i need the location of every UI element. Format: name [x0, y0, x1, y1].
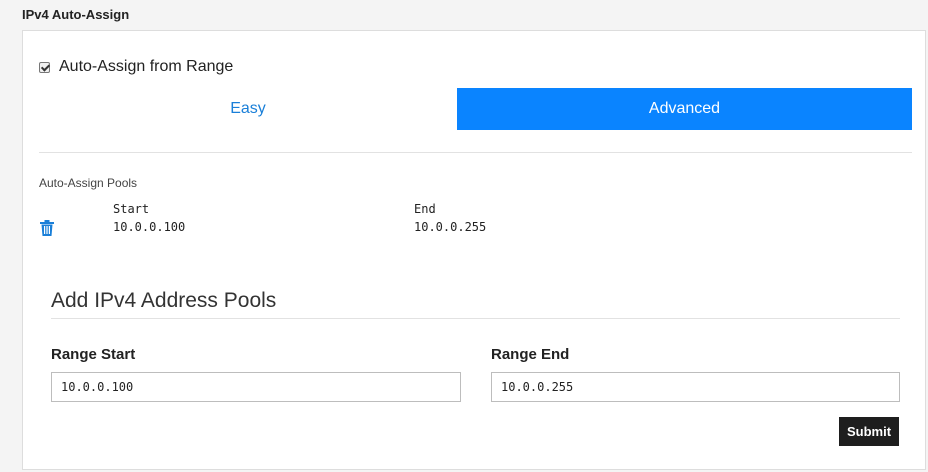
auto-assign-checkbox[interactable]	[39, 61, 50, 73]
trash-icon[interactable]	[40, 220, 54, 236]
submit-button[interactable]: Submit	[839, 417, 899, 446]
range-end-label: Range End	[491, 346, 570, 363]
pools-label: Auto-Assign Pools	[39, 176, 138, 190]
add-pools-title: Add IPv4 Address Pools	[51, 289, 277, 312]
pool-end-header: End	[414, 202, 436, 216]
auto-assign-panel: Auto-Assign from Range Easy Advanced Aut…	[22, 30, 926, 470]
pool-start-value: 10.0.0.100	[113, 220, 186, 234]
add-pools-divider	[51, 318, 900, 319]
divider	[39, 152, 912, 153]
tab-easy[interactable]: Easy	[39, 88, 457, 130]
pool-start-header: Start	[113, 202, 150, 216]
auto-assign-label: Auto-Assign from Range	[59, 58, 234, 75]
range-end-input[interactable]	[491, 372, 900, 402]
tab-advanced[interactable]: Advanced	[457, 88, 912, 130]
pool-end-value: 10.0.0.255	[414, 220, 487, 234]
section-title: IPv4 Auto-Assign	[22, 7, 130, 22]
range-start-label: Range Start	[51, 346, 136, 363]
mode-tabs: Easy Advanced	[39, 88, 912, 130]
auto-assign-checkbox-row[interactable]: Auto-Assign from Range	[39, 58, 233, 76]
range-start-input[interactable]	[51, 372, 461, 402]
